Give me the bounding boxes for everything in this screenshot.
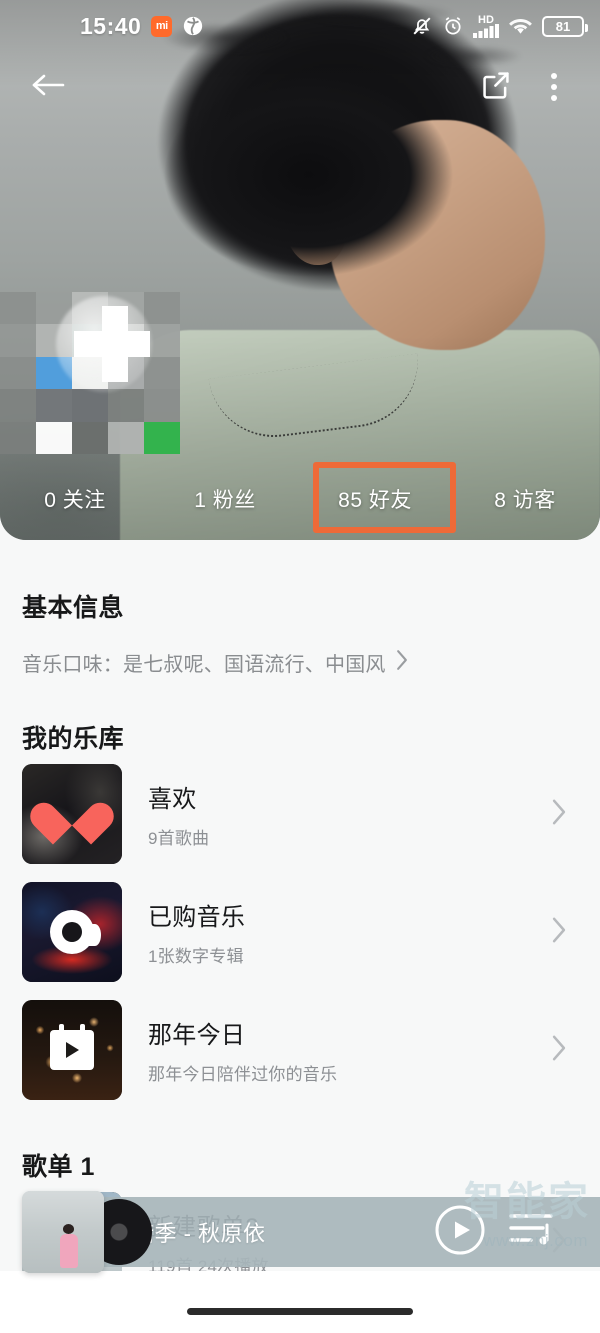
queue-button[interactable] [506, 1207, 556, 1258]
alarm-icon [442, 15, 464, 37]
list-item-text: 那年今日 那年今日陪伴过你的音乐 [148, 1015, 524, 1085]
list-item-subtitle: 9首歌曲 [148, 829, 210, 848]
profile-stats-row: 0 关注 1 粉丝 85 好友 8 访客 [0, 468, 600, 530]
battery-level-text: 81 [555, 18, 571, 34]
signal-icon [473, 23, 499, 38]
more-options-icon [551, 73, 557, 101]
more-options-button[interactable] [528, 59, 580, 115]
playlist-section-title: 歌单 1 [22, 1153, 95, 1181]
on-this-day-artwork [22, 1000, 122, 1100]
now-playing-bar[interactable]: 错季 - 秋原依 智能家 www.znj.com [0, 1179, 600, 1273]
phone-screen: 15:40 mi HD 81 0 关注 1 粉丝 85 好友 8 访客 基本信息… [0, 0, 600, 1333]
list-item-subtitle: 1张数字专辑 [148, 947, 244, 966]
basic-info-title: 基本信息 [22, 594, 125, 622]
stat-fans[interactable]: 1 粉丝 [150, 484, 300, 514]
status-bar-right: HD 81 [411, 14, 588, 38]
liked-artwork [22, 764, 122, 864]
top-nav-actions [470, 59, 580, 115]
chevron-right-icon [550, 916, 568, 949]
purchased-music-artwork [22, 882, 122, 982]
globe-icon [182, 15, 204, 37]
share-button[interactable] [470, 59, 522, 115]
list-item-text: 已购音乐 1张数字专辑 [148, 897, 524, 967]
status-bar-left: 15:40 mi [80, 13, 204, 40]
home-indicator[interactable] [187, 1308, 413, 1315]
back-button[interactable] [20, 59, 76, 115]
profile-content: 基本信息 音乐口味：是七叔呢、国语流行、中国风 我的乐库 喜欢 9首歌曲 已购音… [0, 540, 600, 1301]
wifi-icon [508, 16, 533, 36]
list-item-liked[interactable]: 喜欢 9首歌曲 [0, 755, 600, 873]
list-item-title: 已购音乐 [148, 904, 246, 931]
now-playing-actions [434, 1204, 556, 1261]
mi-app-icon: mi [151, 15, 173, 37]
stat-friends[interactable]: 85 好友 [300, 484, 450, 514]
list-item-text: 喜欢 9首歌曲 [148, 779, 524, 849]
heart-icon [24, 795, 120, 845]
list-item-title: 喜欢 [148, 786, 197, 813]
list-item-subtitle: 那年今日陪伴过你的音乐 [148, 1065, 338, 1084]
list-item-title: 那年今日 [148, 1022, 246, 1049]
chevron-right-icon [550, 1034, 568, 1067]
music-taste-text: 音乐口味：是七叔呢、国语流行、中国风 [22, 654, 386, 676]
chevron-right-icon [550, 798, 568, 831]
now-playing-title: 错季 - 秋原依 [132, 1221, 266, 1246]
chevron-right-icon [394, 649, 410, 676]
list-item-on-this-day[interactable]: 那年今日 那年今日陪伴过你的音乐 [0, 991, 600, 1109]
stat-following[interactable]: 0 关注 [0, 484, 150, 514]
hd-signal-group: HD [473, 14, 499, 38]
status-bar: 15:40 mi HD 81 [0, 0, 600, 52]
list-item-purchased-music[interactable]: 已购音乐 1张数字专辑 [0, 873, 600, 991]
back-arrow-icon [29, 70, 67, 105]
my-library-title: 我的乐库 [22, 725, 125, 753]
music-taste-row[interactable]: 音乐口味：是七叔呢、国语流行、中国风 [0, 648, 600, 677]
vinyl-record-icon [50, 910, 101, 954]
play-button[interactable] [434, 1204, 486, 1261]
stat-visitors[interactable]: 8 访客 [450, 484, 600, 514]
notification-off-icon [411, 15, 433, 37]
now-playing-cover-art[interactable] [22, 1191, 104, 1273]
share-icon [480, 69, 512, 106]
top-navigation-bar [0, 56, 600, 118]
battery-icon: 81 [542, 15, 588, 37]
status-bar-clock: 15:40 [80, 12, 142, 39]
avatar-plus-icon [74, 306, 150, 382]
play-icon [434, 1204, 486, 1261]
bottom-safe-area [0, 1271, 600, 1333]
calendar-play-icon [50, 1024, 94, 1070]
playlist-queue-icon [506, 1207, 556, 1258]
